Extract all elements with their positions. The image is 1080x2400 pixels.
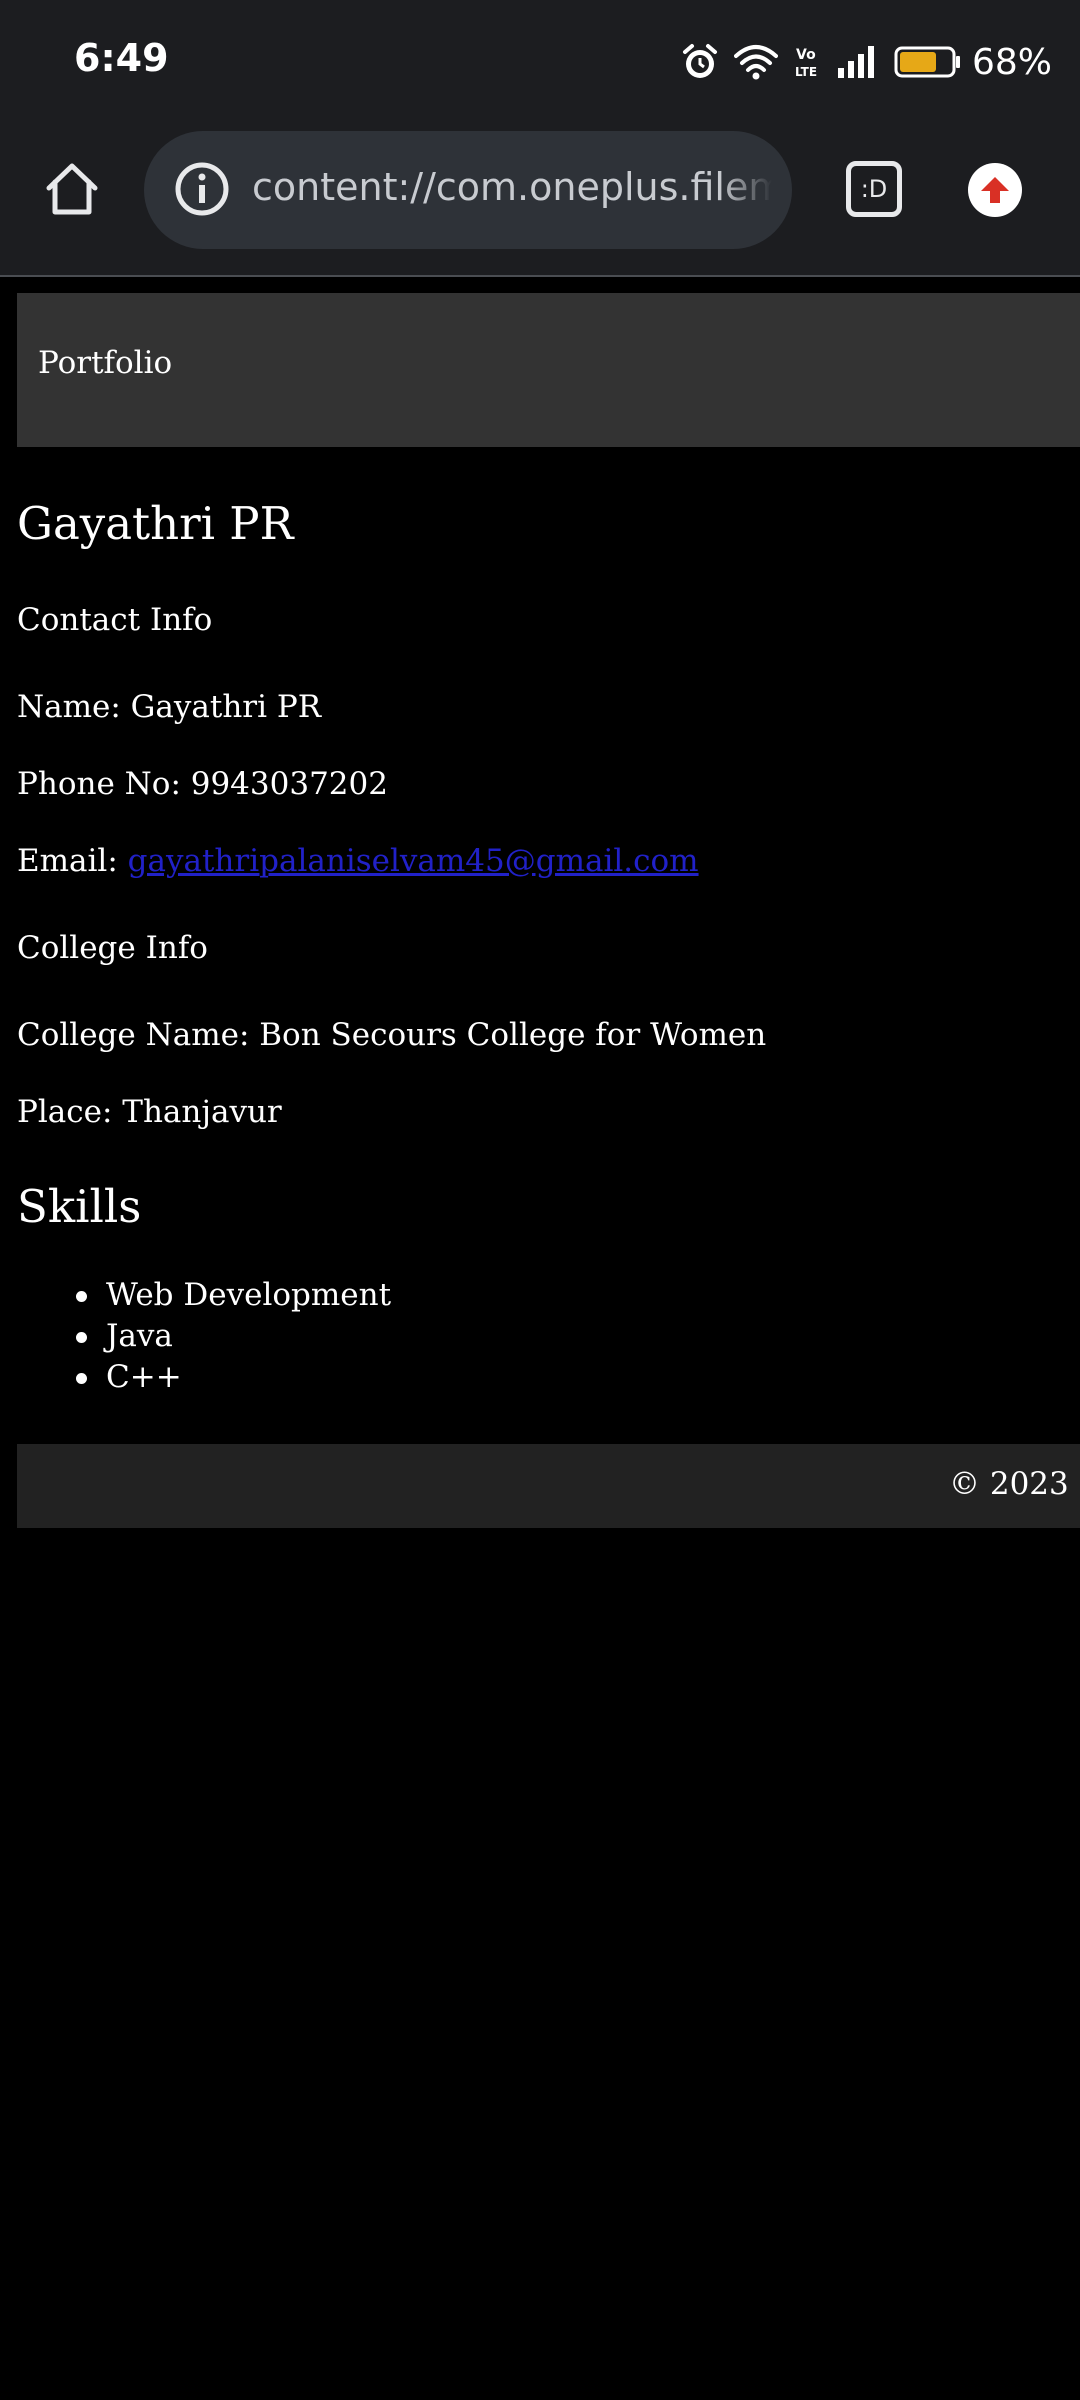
update-arrow-icon — [981, 177, 1009, 203]
footer: © 2023 Gayathri PR — [17, 1444, 1080, 1528]
update-button[interactable] — [968, 163, 1022, 217]
url-text[interactable]: content://com.oneplus.filemanager — [252, 165, 772, 209]
info-icon[interactable] — [174, 161, 230, 217]
browser-toolbar: content://com.oneplus.filemanager :D — [0, 125, 1080, 275]
svg-text:Vo: Vo — [796, 47, 816, 63]
college-name-line: College Name: Bon Secours College for Wo… — [17, 1017, 767, 1053]
url-bar[interactable]: content://com.oneplus.filemanager — [144, 131, 792, 249]
header-title: Portfolio — [38, 345, 173, 381]
home-button[interactable] — [38, 155, 106, 223]
status-bar: 6:49 Vo LTE 68% — [0, 0, 1080, 125]
signal-icon — [837, 46, 874, 78]
home-icon — [46, 163, 98, 215]
portfolio-header: Portfolio — [17, 293, 1080, 447]
svg-text:LTE: LTE — [795, 65, 817, 79]
footer-text: © 2023 Gayathri PR — [949, 1466, 1080, 1502]
place-line: Place: Thanjavur — [17, 1094, 282, 1130]
email-label: Email: — [17, 843, 128, 879]
college-info-label: College Info — [17, 930, 208, 966]
skill-item: C++ — [66, 1357, 391, 1398]
email-link[interactable]: gayathripalaniselvam45@gmail.com — [128, 843, 699, 879]
status-time: 6:49 — [74, 36, 169, 80]
tab-switcher-button[interactable]: :D — [846, 161, 902, 217]
battery-icon — [894, 46, 960, 78]
battery-percent: 68% — [971, 41, 1052, 83]
name-line: Name: Gayathri PR — [17, 689, 322, 725]
skills-heading: Skills — [17, 1180, 142, 1233]
name-heading: Gayathri PR — [17, 497, 294, 550]
phone-line: Phone No: 9943037202 — [17, 766, 388, 802]
alarm-icon — [682, 44, 717, 78]
skill-item: Java — [66, 1316, 391, 1357]
web-page: Portfolio Gayathri PR Contact Info Name:… — [0, 277, 1080, 2400]
status-icons: Vo LTE 68% — [682, 38, 1052, 86]
volte-icon: Vo LTE — [795, 47, 817, 79]
email-line: Email: gayathripalaniselvam45@gmail.com — [17, 843, 699, 879]
skill-item: Web Development — [66, 1275, 391, 1316]
skills-list: Web Development Java C++ — [66, 1275, 391, 1398]
wifi-icon — [733, 45, 778, 80]
contact-info-label: Contact Info — [17, 602, 213, 638]
